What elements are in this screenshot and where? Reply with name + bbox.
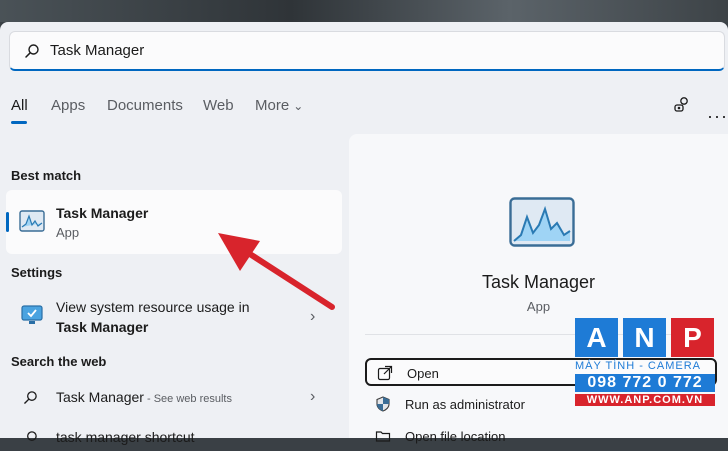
run-as-admin-label: Run as administrator (405, 397, 525, 412)
web-result-text: task manager shortcut (56, 429, 195, 445)
result-type: App (56, 225, 80, 240)
detail-type: App (526, 299, 551, 314)
anp-phone: 098 772 0 772 (575, 374, 715, 392)
anp-website: WWW.ANP.COM.VN (575, 394, 715, 406)
tab-more-label: More (255, 97, 290, 114)
detail-title: Task Manager (481, 272, 596, 292)
task-manager-icon (509, 197, 575, 247)
web-result-query: Task Manager (56, 389, 144, 405)
anp-tagline: MÁY TÍNH - CAMERA (575, 360, 701, 372)
search-query[interactable]: Task Manager (50, 42, 144, 59)
people-search-icon[interactable] (672, 95, 692, 115)
tab-apps[interactable]: Apps (51, 97, 85, 114)
settings-heading: Settings (11, 265, 63, 280)
chevron-right-icon: › (310, 388, 316, 405)
task-manager-icon (19, 210, 45, 232)
tab-all[interactable]: All (11, 97, 28, 114)
monitor-check-icon (21, 305, 43, 324)
pointer-arrow-annotation (218, 233, 335, 310)
anp-letter: N (623, 318, 666, 357)
anp-letter: A (575, 318, 618, 357)
desktop-wallpaper (0, 0, 728, 22)
chevron-down-icon: ⌄ (293, 99, 304, 113)
settings-line2: Task Manager (56, 319, 149, 335)
active-tab-indicator (11, 121, 27, 124)
selection-indicator (6, 212, 9, 232)
web-result[interactable]: Task Manager - See web results › (0, 388, 345, 411)
shield-icon (376, 396, 390, 412)
anp-letter: P (671, 318, 714, 357)
tab-web[interactable]: Web (203, 97, 234, 114)
search-icon (25, 44, 39, 58)
open-file-location-button[interactable]: Open file location (365, 423, 717, 451)
search-icon (24, 391, 37, 404)
open-external-icon (377, 365, 393, 381)
search-web-heading: Search the web (11, 354, 107, 369)
web-result[interactable]: task manager shortcut (0, 426, 345, 448)
anp-watermark: A N P MÁY TÍNH - CAMERA 098 772 0 772 WW… (575, 318, 715, 418)
web-result-suffix: - See web results (143, 393, 232, 405)
anp-logo: A N P (575, 318, 715, 357)
search-box[interactable]: Task Manager (9, 31, 725, 71)
open-file-location-label: Open file location (405, 429, 506, 444)
web-result-text: Task Manager - See web results (56, 389, 232, 405)
open-label: Open (407, 366, 439, 381)
tab-documents[interactable]: Documents (107, 97, 183, 114)
best-match-heading: Best match (11, 168, 82, 183)
folder-icon (375, 431, 391, 442)
result-name: Task Manager (56, 205, 149, 221)
tab-more[interactable]: More ⌄ (255, 97, 303, 114)
